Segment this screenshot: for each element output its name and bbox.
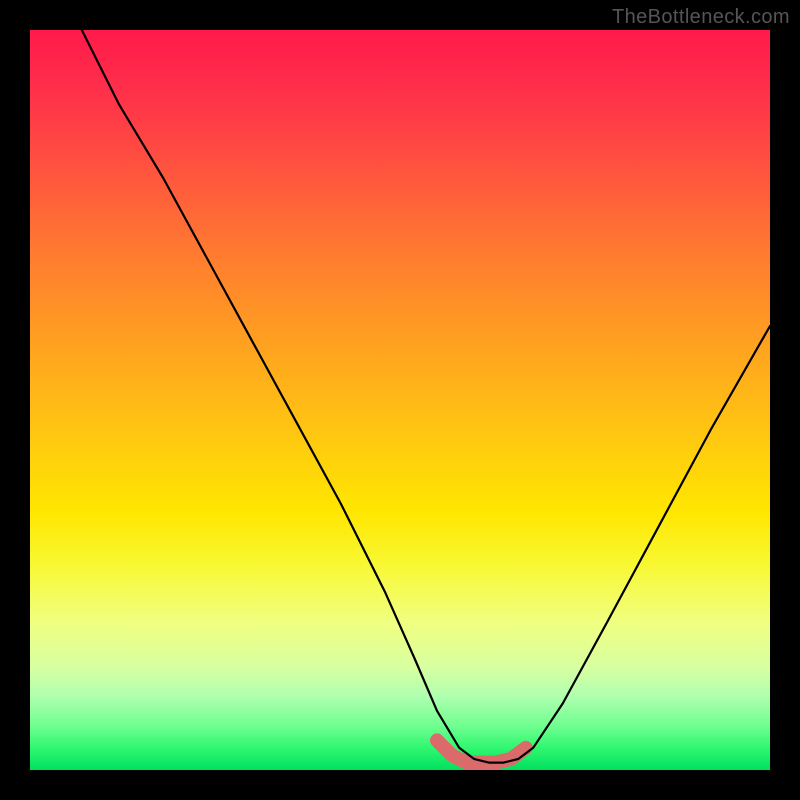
- chart-canvas: TheBottleneck.com: [0, 0, 800, 800]
- bottleneck-curve: [82, 30, 770, 763]
- curve-svg: [30, 30, 770, 770]
- watermark-text: TheBottleneck.com: [612, 6, 790, 29]
- plot-area: [30, 30, 770, 770]
